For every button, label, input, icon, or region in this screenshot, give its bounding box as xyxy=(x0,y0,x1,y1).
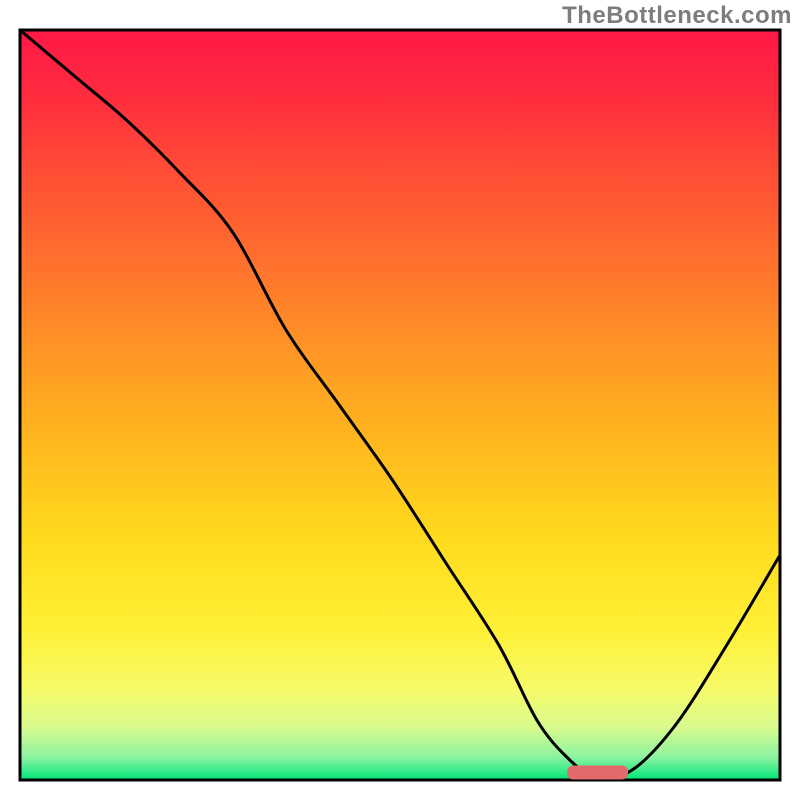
chart-stage: TheBottleneck.com xyxy=(0,0,800,800)
gradient-background xyxy=(20,30,780,780)
watermark-text: TheBottleneck.com xyxy=(562,2,792,30)
bottleneck-chart xyxy=(0,0,800,800)
optimal-range-marker xyxy=(567,766,628,780)
